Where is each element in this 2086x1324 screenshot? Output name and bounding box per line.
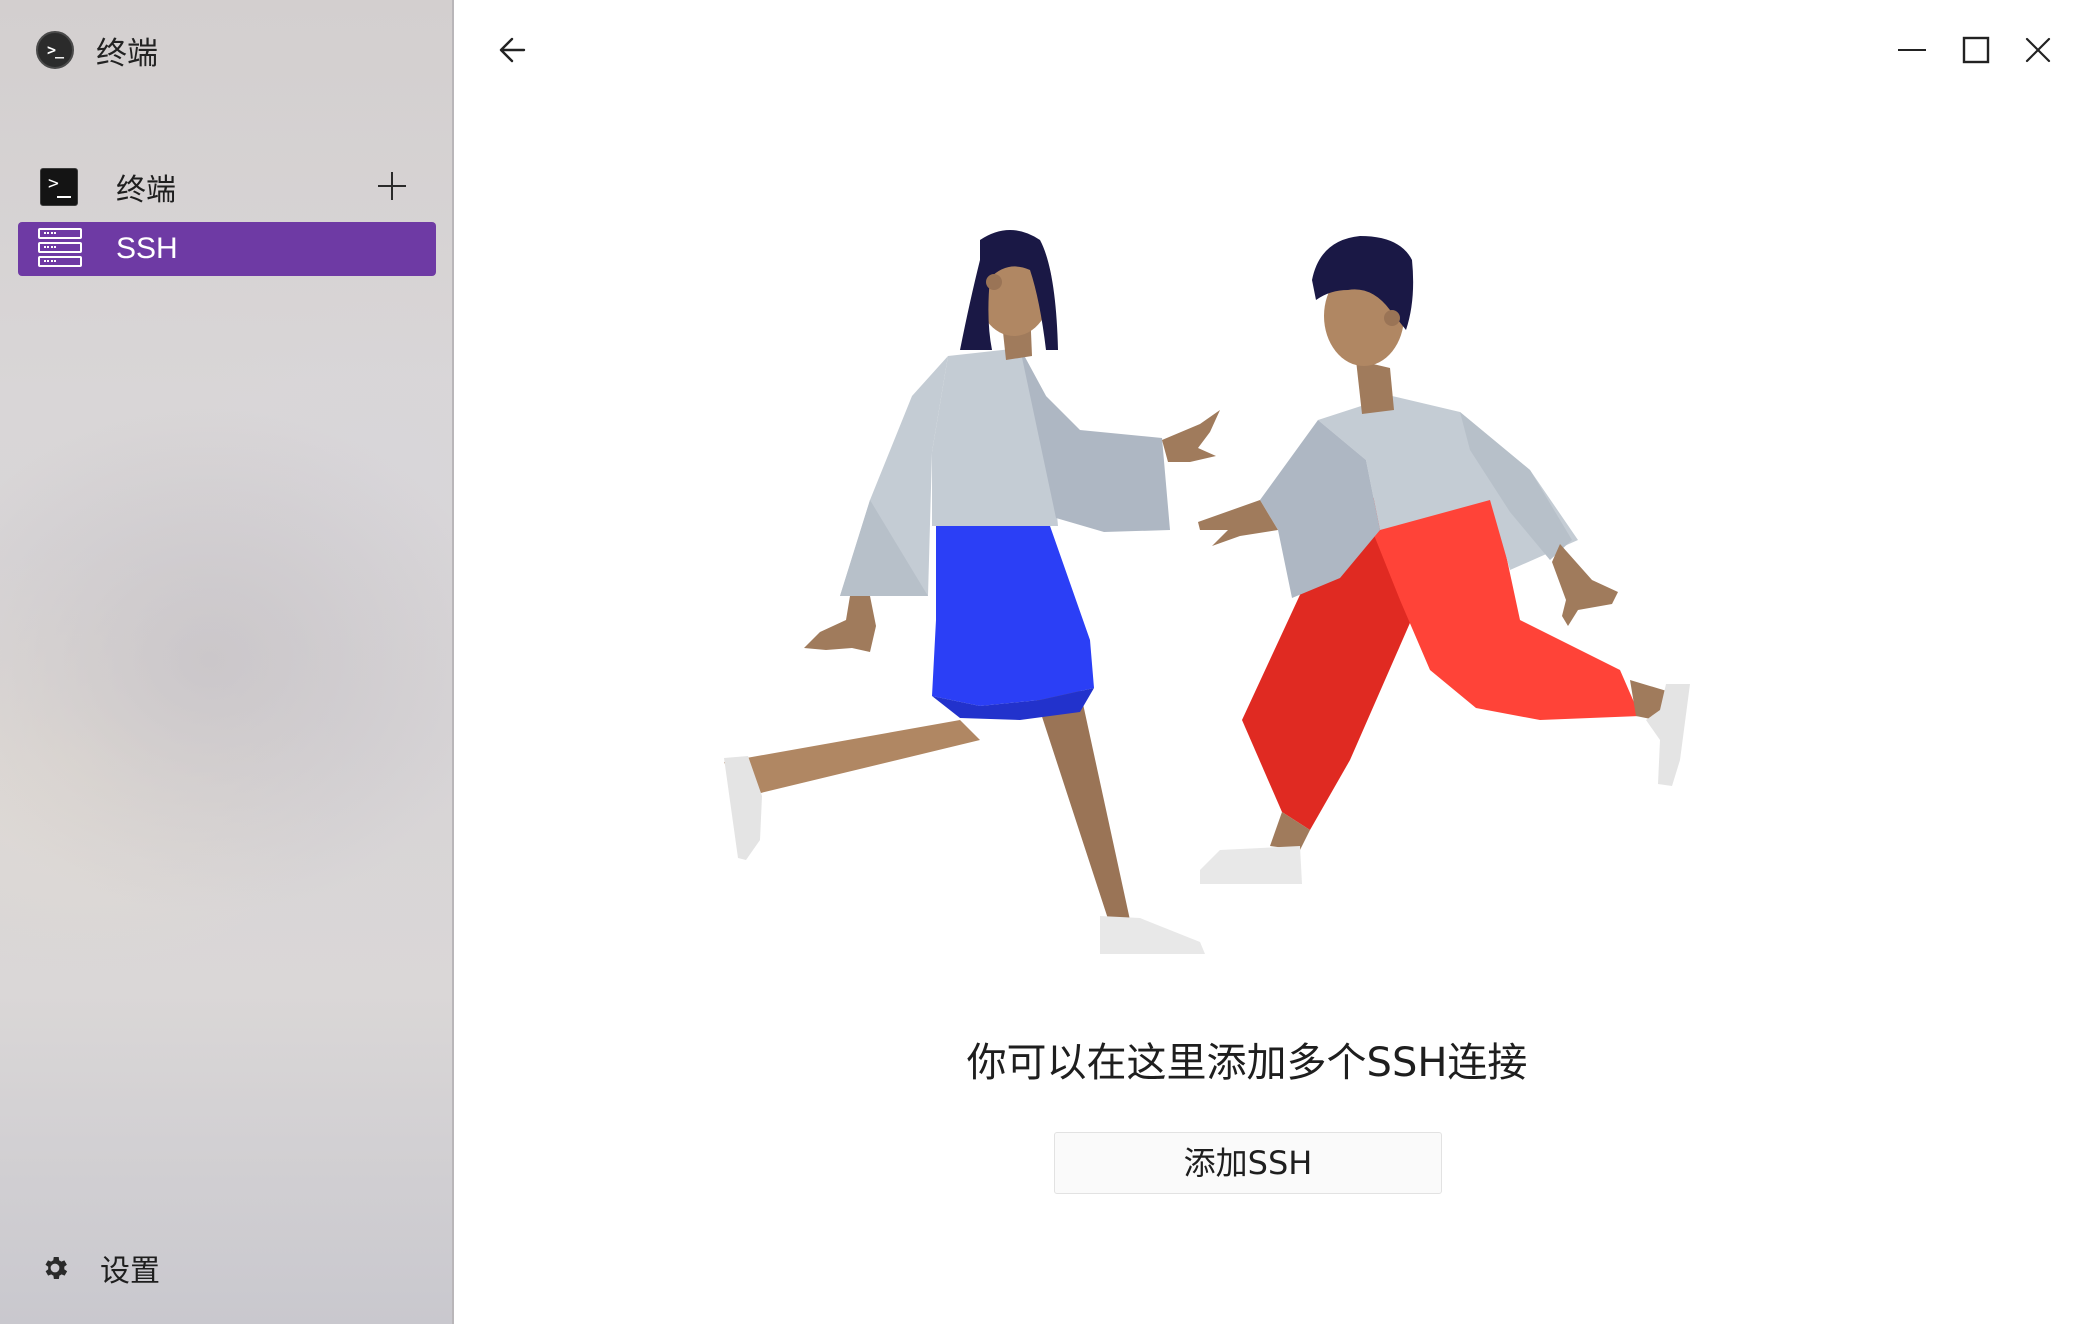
server-icon <box>38 228 82 268</box>
sidebar-item-ssh[interactable]: SSH <box>18 222 436 276</box>
add-ssh-button[interactable]: 添加SSH <box>1054 1132 1442 1194</box>
terminal-icon: > <box>40 168 78 206</box>
terminal-circle-icon: >_ <box>36 31 74 69</box>
app-title: 终端 <box>96 35 158 72</box>
sidebar-item-label: 终端 <box>116 173 176 208</box>
two-people-reaching-illustration <box>724 230 1690 954</box>
close-icon[interactable] <box>2018 30 2058 70</box>
arrow-left-icon[interactable] <box>492 30 536 70</box>
plus-icon[interactable] <box>372 166 412 206</box>
woman-figure <box>724 230 1220 954</box>
man-figure <box>1198 236 1690 884</box>
minimize-icon[interactable] <box>1892 30 1932 70</box>
settings-label: 设置 <box>100 1254 160 1289</box>
app-header: >_ 终端 <box>36 30 158 72</box>
settings-button[interactable]: 设置 <box>40 1246 160 1290</box>
maximize-icon[interactable] <box>1956 30 1996 70</box>
sidebar: >_ 终端 > 终端 SSH 设置 <box>0 0 454 1324</box>
empty-state-text: 你可以在这里添加多个SSH连接 <box>966 1040 1528 1086</box>
sidebar-item-terminal[interactable]: > 终端 <box>18 160 436 214</box>
sidebar-item-label: SSH <box>116 232 178 265</box>
gear-icon <box>45 1257 68 1279</box>
